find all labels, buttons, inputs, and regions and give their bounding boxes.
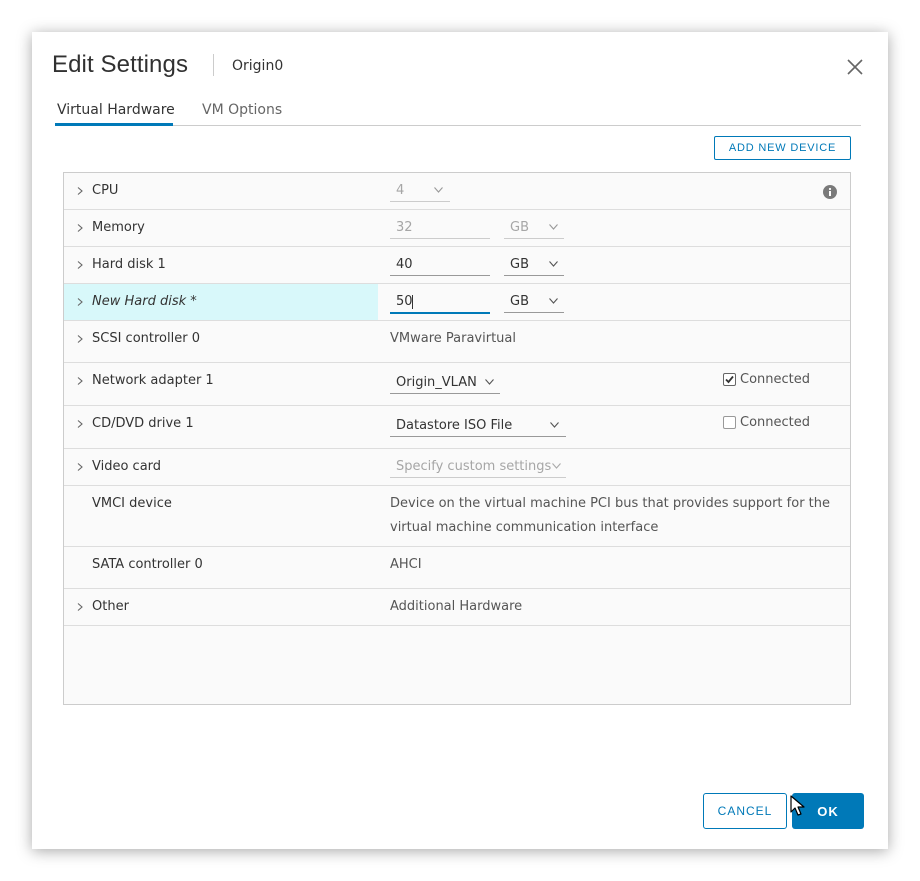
add-new-device-button[interactable]: ADD NEW DEVICE: [714, 136, 851, 160]
new-hard-disk-size: 50: [396, 294, 413, 309]
chevron-down-icon: [434, 187, 443, 193]
hard-disk-1-size-input[interactable]: 40: [390, 255, 490, 276]
memory-input[interactable]: 32: [390, 218, 490, 239]
tab-virtual-hardware[interactable]: Virtual Hardware: [57, 102, 175, 118]
network-value: Origin_VLAN: [396, 375, 477, 390]
row-cpu-label-cell[interactable]: CPU: [64, 173, 378, 209]
vm-name: Origin0: [232, 58, 284, 74]
network-select[interactable]: Origin_VLAN: [390, 373, 500, 394]
row-video-label-cell[interactable]: Video card: [64, 449, 378, 485]
row-label: Video card: [92, 459, 162, 474]
row-network-adapter: Network adapter 1 Origin_VLAN Connected: [64, 363, 850, 406]
cancel-button[interactable]: CANCEL: [703, 793, 787, 829]
row-label: New Hard disk *: [92, 294, 197, 309]
chevron-down-icon: [485, 379, 494, 385]
close-button[interactable]: [844, 56, 866, 78]
row-sata-controller: SATA controller 0 AHCI: [64, 547, 850, 589]
chevron-down-icon: [549, 298, 558, 304]
vmci-description-line-2: virtual machine communication interface: [390, 520, 659, 535]
row-cddvd-drive: CD/DVD drive 1 Datastore ISO File Connec…: [64, 406, 850, 449]
cpu-select[interactable]: 4: [390, 181, 450, 202]
row-other-label-cell[interactable]: Other: [64, 589, 378, 625]
mouse-pointer-icon: [790, 795, 805, 816]
edit-settings-dialog: Edit Settings Origin0 Virtual Hardware V…: [32, 32, 888, 849]
hard-disk-1-unit-select[interactable]: GB: [504, 255, 564, 276]
network-connected-label[interactable]: Connected: [740, 372, 810, 387]
row-label: CPU: [92, 183, 119, 198]
tab-divider: [55, 125, 861, 126]
other-description: Additional Hardware: [390, 599, 523, 614]
row-sata-label-cell: SATA controller 0: [64, 547, 378, 588]
row-label: Hard disk 1: [92, 257, 166, 272]
new-hard-disk-size-input[interactable]: 50: [390, 292, 490, 314]
memory-unit: GB: [510, 220, 529, 235]
hardware-grid: CPU 4 Memory 32 GB Hard disk 1 40 GB New…: [63, 172, 851, 705]
cddvd-select[interactable]: Datastore ISO File: [390, 416, 566, 437]
dialog-title: Edit Settings: [52, 51, 189, 78]
chevron-down-icon: [549, 261, 558, 267]
row-label: Memory: [92, 220, 145, 235]
chevron-right-icon[interactable]: [76, 261, 84, 269]
memory-unit-select[interactable]: GB: [504, 218, 564, 239]
row-other: Other Additional Hardware: [64, 589, 850, 626]
video-card-value: Specify custom settings: [396, 459, 552, 474]
row-new-hard-disk: New Hard disk * 50 GB: [64, 284, 850, 321]
row-vmci-label-cell: VMCI device: [64, 486, 378, 546]
cddvd-connected-checkbox[interactable]: [723, 416, 736, 429]
row-memory: Memory 32 GB: [64, 210, 850, 247]
title-separator: [213, 54, 214, 76]
new-hard-disk-unit: GB: [510, 294, 529, 309]
sata-type: AHCI: [390, 557, 422, 572]
scsi-type: VMware Paravirtual: [390, 331, 516, 346]
row-new-hard-disk-label-cell[interactable]: New Hard disk *: [64, 284, 378, 320]
active-tab-indicator: [55, 123, 173, 126]
row-label: SATA controller 0: [92, 557, 203, 572]
row-label: Other: [92, 599, 129, 614]
checkmark-icon: [725, 375, 734, 384]
info-icon[interactable]: [823, 185, 837, 199]
vmci-description-line-1: Device on the virtual machine PCI bus th…: [390, 496, 831, 511]
tab-bar: Virtual Hardware VM Options: [55, 100, 861, 126]
chevron-right-icon[interactable]: [76, 224, 84, 232]
row-label: VMCI device: [92, 496, 172, 511]
row-vmci-device: VMCI device Device on the virtual machin…: [64, 486, 850, 547]
network-connected-checkbox[interactable]: [723, 373, 736, 386]
chevron-right-icon[interactable]: [76, 298, 84, 306]
video-card-select[interactable]: Specify custom settings: [390, 457, 566, 478]
tab-vm-options[interactable]: VM Options: [202, 102, 282, 118]
chevron-right-icon[interactable]: [76, 603, 84, 611]
chevron-right-icon[interactable]: [76, 463, 84, 471]
row-scsi-label-cell[interactable]: SCSI controller 0: [64, 321, 378, 362]
row-label: SCSI controller 0: [92, 331, 200, 346]
row-cpu: CPU 4: [64, 173, 850, 210]
chevron-down-icon: [552, 463, 561, 469]
close-icon: [847, 59, 863, 75]
chevron-down-icon: [550, 422, 559, 428]
chevron-right-icon[interactable]: [76, 187, 84, 195]
cddvd-connected-label[interactable]: Connected: [740, 415, 810, 430]
chevron-right-icon[interactable]: [76, 377, 84, 385]
row-scsi-controller: SCSI controller 0 VMware Paravirtual: [64, 321, 850, 363]
row-hard-disk-1: Hard disk 1 40 GB: [64, 247, 850, 284]
cpu-value: 4: [396, 183, 405, 198]
hard-disk-1-size: 40: [396, 257, 413, 272]
chevron-right-icon[interactable]: [76, 335, 84, 343]
row-label: Network adapter 1: [92, 373, 214, 388]
text-caret: [412, 295, 413, 309]
cddvd-value: Datastore ISO File: [396, 418, 513, 433]
row-network-label-cell[interactable]: Network adapter 1: [64, 363, 378, 405]
hard-disk-1-unit: GB: [510, 257, 529, 272]
row-label: CD/DVD drive 1: [92, 416, 194, 431]
chevron-right-icon[interactable]: [76, 420, 84, 428]
row-memory-label-cell[interactable]: Memory: [64, 210, 378, 246]
new-hard-disk-unit-select[interactable]: GB: [504, 292, 564, 313]
row-video-card: Video card Specify custom settings: [64, 449, 850, 486]
row-hard-disk-1-label-cell[interactable]: Hard disk 1: [64, 247, 378, 283]
memory-value: 32: [396, 220, 413, 235]
chevron-down-icon: [549, 224, 558, 230]
row-cddvd-label-cell[interactable]: CD/DVD drive 1: [64, 406, 378, 448]
